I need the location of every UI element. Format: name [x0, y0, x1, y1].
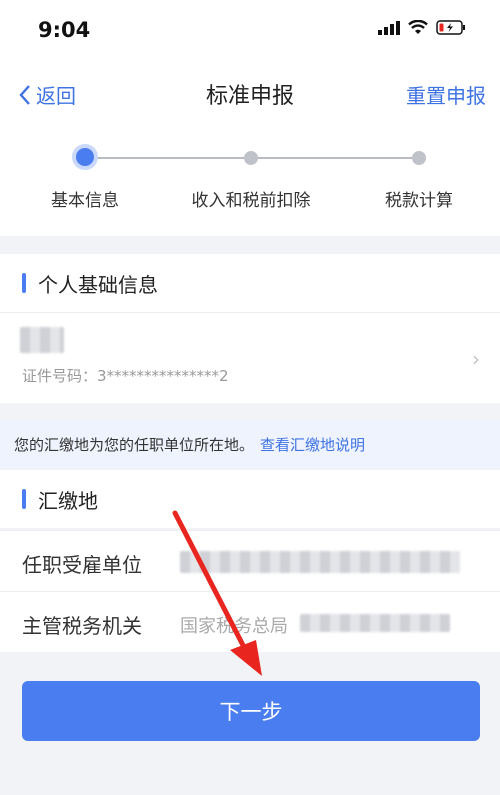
reset-declaration-button[interactable]: 重置申报 [406, 80, 486, 109]
tax-authority-value: 国家税务总局 [180, 616, 288, 637]
id-number: 证件号码：3***************2 [22, 367, 229, 385]
status-bar: 9:04 [0, 0, 500, 62]
signal-icon [378, 20, 400, 35]
status-time: 9:04 [38, 18, 91, 42]
redacted-employer [180, 551, 460, 573]
employer-row[interactable]: 任职受雇单位 [0, 530, 500, 591]
employer-label: 任职受雇单位 [22, 553, 142, 577]
wifi-icon [408, 20, 428, 34]
nav-bar: 返回 标准申报 重置申报 [0, 62, 500, 125]
section-accent-bar [22, 273, 26, 293]
notice-banner: 您的汇缴地为您的任职单位所在地。 查看汇缴地说明 [0, 420, 500, 468]
back-label: 返回 [36, 84, 76, 108]
step-dot-basic-info [76, 148, 94, 166]
step-dot-tax-calc [412, 151, 426, 165]
tax-authority-label: 主管税务机关 [22, 614, 142, 638]
back-button[interactable]: 返回 [18, 80, 76, 109]
view-region-explanation-link[interactable]: 查看汇缴地说明 [260, 436, 365, 454]
progress-stepper: 基本信息 收入和税前扣除 税款计算 [0, 124, 500, 236]
redacted-tax-authority [300, 614, 450, 632]
chevron-left-icon [19, 84, 30, 105]
step-label-tax-calc: 税款计算 [385, 191, 453, 211]
personal-info-header: 个人基础信息 [0, 254, 500, 312]
battery-icon [436, 20, 465, 35]
next-step-button[interactable]: 下一步 [22, 681, 480, 741]
notice-text: 您的汇缴地为您的任职单位所在地。 [14, 436, 255, 454]
personal-info-card[interactable]: 证件号码：3***************2 › [0, 312, 500, 403]
chevron-right-icon: › [472, 347, 480, 371]
section-title: 个人基础信息 [38, 273, 158, 297]
region-header: 汇缴地 [0, 470, 500, 528]
step-label-basic-info: 基本信息 [51, 191, 119, 211]
step-dot-income [244, 151, 258, 165]
tax-authority-row[interactable]: 主管税务机关 国家税务总局 [0, 591, 500, 652]
status-icons [378, 20, 466, 35]
section-accent-bar [22, 489, 26, 509]
step-label-income: 收入和税前扣除 [191, 191, 311, 211]
section-title: 汇缴地 [38, 489, 98, 513]
redacted-name [20, 327, 64, 353]
